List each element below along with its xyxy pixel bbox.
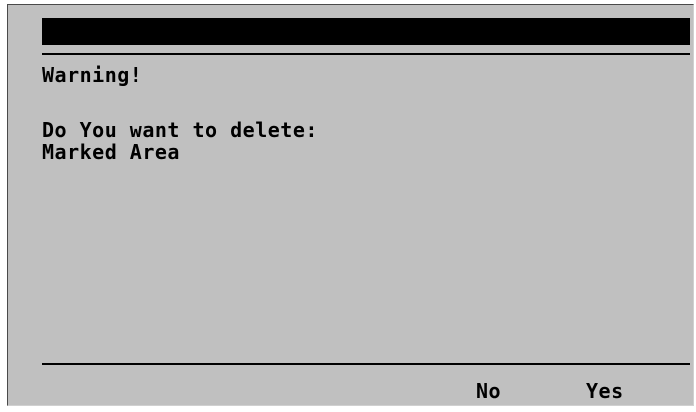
warning-heading: Warning!: [42, 63, 143, 87]
bottom-divider: [42, 363, 690, 365]
title-bar: [42, 18, 690, 45]
dialog-screen: Warning! Do You want to delete: Marked A…: [7, 4, 694, 406]
yes-button[interactable]: Yes: [586, 381, 624, 401]
top-divider: [42, 53, 690, 55]
delete-target: Marked Area: [42, 140, 180, 164]
no-button[interactable]: No: [476, 381, 501, 401]
delete-question: Do You want to delete:: [42, 118, 318, 142]
